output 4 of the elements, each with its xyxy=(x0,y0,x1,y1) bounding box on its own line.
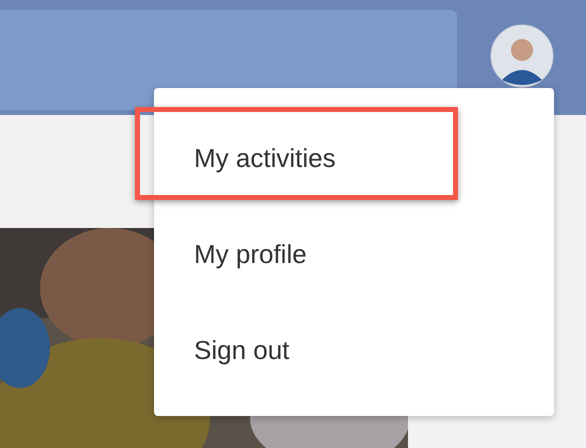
menu-item[interactable]: My profile xyxy=(194,238,307,270)
menu-item[interactable]: Sign out xyxy=(194,334,290,366)
menu-item[interactable]: My activities xyxy=(194,142,336,174)
avatar-icon[interactable] xyxy=(490,24,554,88)
